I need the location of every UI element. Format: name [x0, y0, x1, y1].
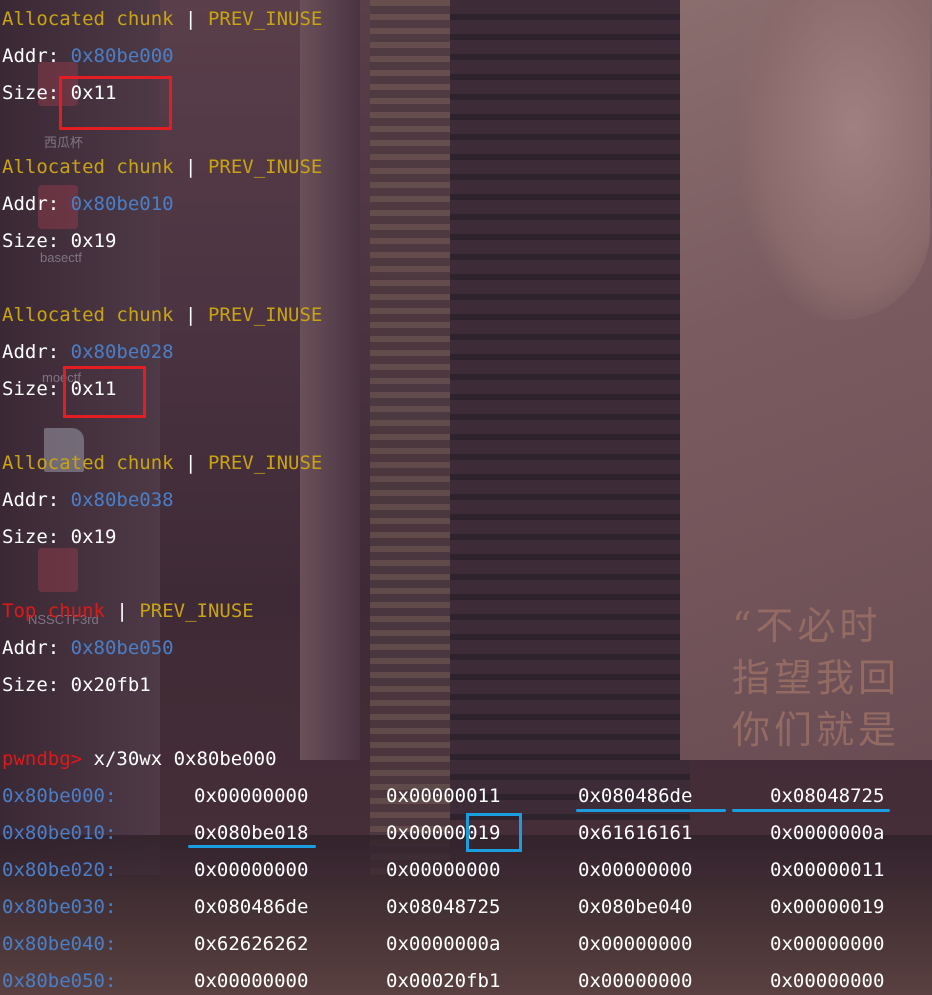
- chunk-addr: Addr: 0x80be010: [2, 192, 174, 216]
- memory-word: 0x00000000: [770, 970, 885, 992]
- chunk-flag: PREV_INUSE: [207, 452, 323, 474]
- memory-word: 0x00000000: [194, 785, 309, 807]
- pointer-underline: [732, 809, 890, 812]
- size-label: Size:: [2, 378, 60, 400]
- size-value: 0x19: [70, 526, 117, 548]
- chunk-addr: Addr: 0x80be050: [2, 636, 174, 660]
- memory-word: 0x00000000: [386, 859, 501, 881]
- memory-word: 0x00000019: [770, 896, 885, 918]
- chunk-header: Allocated chunk | PREV_INUSE: [2, 7, 322, 31]
- memory-address: 0x80be050:: [2, 970, 117, 992]
- size-label: Size:: [2, 82, 60, 104]
- memory-address: 0x80be030:: [2, 896, 117, 918]
- terminal-output: Allocated chunk | PREV_INUSE Addr: 0x80b…: [0, 0, 932, 995]
- memory-word: 0x08048725: [770, 785, 885, 807]
- chunk-size: Size: 0x20fb1: [2, 673, 151, 697]
- memory-word: 0x00000000: [194, 859, 309, 881]
- size-highlight-box-blue: [466, 813, 522, 852]
- memory-word: 0x62626262: [194, 933, 309, 955]
- chunk-addr: Addr: 0x80be000: [2, 44, 174, 68]
- addr-value: 0x80be010: [70, 193, 174, 215]
- size-label: Size:: [2, 230, 60, 252]
- memory-word: 0x080486de: [194, 896, 309, 918]
- chunk-type: Allocated chunk: [2, 452, 174, 474]
- addr-label: Addr:: [2, 193, 60, 215]
- chunk-header: Allocated chunk | PREV_INUSE: [2, 451, 322, 475]
- chunk-header: Allocated chunk | PREV_INUSE: [2, 303, 322, 327]
- size-value: 0x19: [70, 230, 117, 252]
- pointer-underline: [188, 845, 316, 848]
- memory-address: 0x80be020:: [2, 859, 117, 881]
- addr-label: Addr:: [2, 637, 60, 659]
- memory-word: 0x00000000: [578, 970, 693, 992]
- memory-word: 0x00000011: [770, 859, 885, 881]
- chunk-flag: PREV_INUSE: [139, 600, 254, 622]
- addr-label: Addr:: [2, 45, 60, 67]
- pwndbg-prompt: pwndbg>: [2, 748, 83, 770]
- size-label: Size:: [2, 526, 60, 548]
- chunk-type: Allocated chunk: [2, 8, 174, 30]
- size-value: 0x20fb1: [70, 674, 151, 696]
- memory-word: 0x00000011: [386, 785, 501, 807]
- chunk-addr: Addr: 0x80be028: [2, 340, 174, 364]
- memory-word: 0x080be018: [194, 822, 309, 844]
- memory-address: 0x80be000:: [2, 785, 117, 807]
- separator: |: [185, 8, 197, 30]
- separator: |: [185, 304, 197, 326]
- separator: |: [185, 156, 197, 178]
- memory-word: 0x080486de: [578, 785, 693, 807]
- addr-label: Addr:: [2, 489, 60, 511]
- addr-value: 0x80be050: [70, 637, 174, 659]
- memory-word: 0x00000000: [578, 859, 693, 881]
- chunk-size: Size: 0x19: [2, 525, 116, 549]
- memory-word: 0x61616161: [578, 822, 693, 844]
- chunk-flag: PREV_INUSE: [207, 156, 323, 178]
- command-text[interactable]: x/30wx 0x80be000: [94, 748, 277, 770]
- memory-word: 0x08048725: [386, 896, 501, 918]
- chunk-header: Top chunk | PREV_INUSE: [2, 599, 254, 623]
- addr-value: 0x80be000: [70, 45, 174, 67]
- command-line[interactable]: pwndbg> x/30wx 0x80be000: [2, 747, 277, 771]
- chunk-flag: PREV_INUSE: [207, 304, 323, 326]
- memory-address: 0x80be040:: [2, 933, 117, 955]
- pointer-underline: [576, 809, 726, 812]
- size-label: Size:: [2, 674, 60, 696]
- chunk-header: Allocated chunk | PREV_INUSE: [2, 155, 322, 179]
- chunk-type: Allocated chunk: [2, 304, 174, 326]
- separator: |: [185, 452, 197, 474]
- memory-word: 0x0000000a: [770, 822, 885, 844]
- memory-word: 0x00000000: [578, 933, 693, 955]
- separator: |: [116, 600, 128, 622]
- size-highlight-box: [59, 76, 172, 130]
- chunk-size: Size: 0x19: [2, 229, 116, 253]
- memory-word: 0x00000000: [194, 970, 309, 992]
- chunk-type: Top chunk: [2, 600, 105, 622]
- chunk-addr: Addr: 0x80be038: [2, 488, 174, 512]
- chunk-type: Allocated chunk: [2, 156, 174, 178]
- addr-value: 0x80be028: [70, 341, 174, 363]
- chunk-flag: PREV_INUSE: [207, 8, 323, 30]
- size-highlight-box: [63, 366, 146, 418]
- memory-word: 0x080be040: [578, 896, 693, 918]
- memory-word: 0x00000000: [770, 933, 885, 955]
- memory-word: 0x0000000a: [386, 933, 501, 955]
- memory-word: 0x00020fb1: [386, 970, 501, 992]
- memory-address: 0x80be010:: [2, 822, 117, 844]
- addr-label: Addr:: [2, 341, 60, 363]
- addr-value: 0x80be038: [70, 489, 174, 511]
